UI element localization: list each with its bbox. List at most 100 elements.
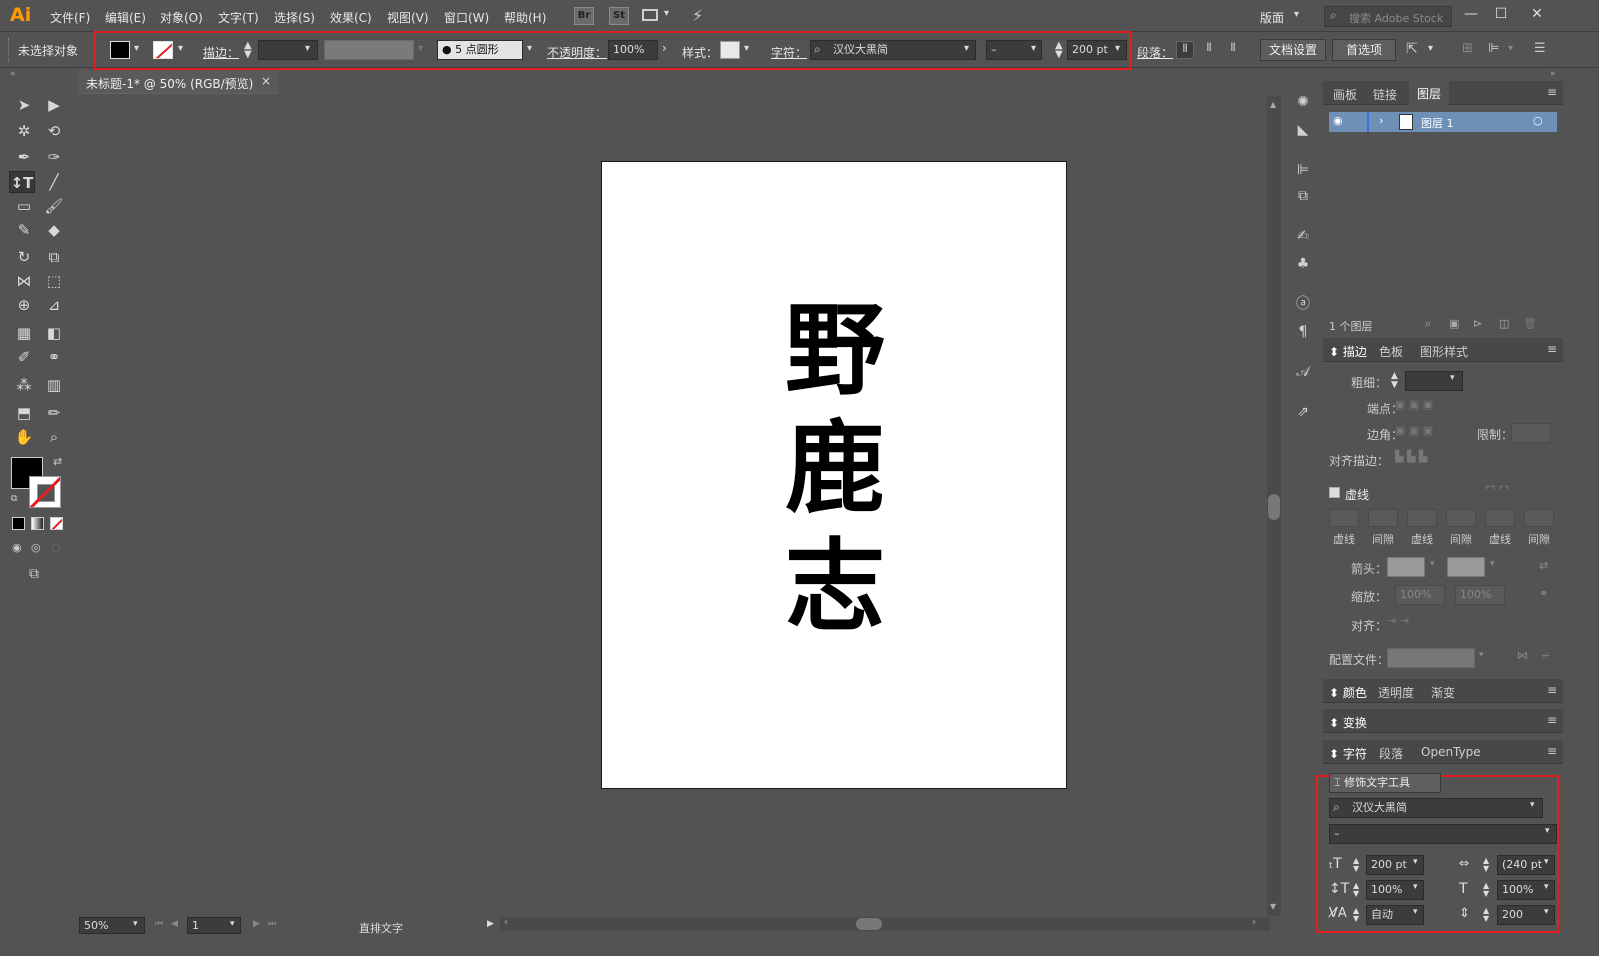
align-bottom-icon[interactable]: ⦀ [1224, 41, 1242, 59]
artboard-tool-icon[interactable]: ⬒ [11, 402, 37, 424]
stepper-icon[interactable]: ▲ ▼ [1353, 907, 1359, 923]
magic-wand-tool-icon[interactable]: ✲ [11, 120, 37, 142]
column-graph-tool-icon[interactable]: ▥ [41, 374, 67, 396]
panel-menu-icon[interactable]: ≡ [1547, 683, 1557, 697]
expand-chevron-icon[interactable]: › [1379, 114, 1383, 127]
opacity-field[interactable]: 100% [608, 40, 658, 60]
tab-links[interactable]: 链接 [1373, 86, 1397, 103]
workspace-switcher[interactable]: 版面 [1260, 9, 1284, 26]
asset-export-icon[interactable]: ◣ [1293, 120, 1313, 140]
menu-window[interactable]: 窗口(W) [444, 9, 489, 26]
tab-artboards[interactable]: 画板 [1333, 86, 1357, 103]
chevron-down-icon[interactable]: ▾ [133, 919, 138, 929]
align-objects-icon[interactable]: ⊫ [1488, 41, 1499, 56]
panel-menu-icon[interactable]: ≡ [1547, 744, 1557, 758]
minimize-button[interactable]: — [1459, 4, 1483, 24]
new-layer-icon[interactable]: ◫ [1499, 317, 1509, 330]
appearance-icon[interactable]: ✺ [1293, 92, 1313, 112]
arrange-documents-icon[interactable] [642, 9, 658, 21]
swap-colors-icon[interactable]: ⇄ [53, 455, 62, 468]
chevron-down-icon[interactable]: ▾ [964, 43, 969, 54]
vertical-scrollbar[interactable]: ▲ ▼ [1267, 96, 1281, 916]
tab-opentype[interactable]: OpenType [1421, 745, 1481, 759]
draw-normal-icon[interactable]: ◉ [12, 541, 22, 554]
menu-help[interactable]: 帮助(H) [504, 9, 546, 26]
layer-row[interactable]: ◉ › 图层 1 ○ [1329, 112, 1557, 132]
paragraph-styles-icon[interactable]: ¶ [1293, 322, 1313, 342]
color-mode-icon[interactable] [12, 517, 25, 530]
scroll-right-icon[interactable]: › [1252, 917, 1256, 928]
stock-search-input[interactable]: ⌕ 搜索 Adobe Stock [1324, 6, 1452, 27]
chevron-down-icon[interactable]: ▾ [1544, 857, 1549, 867]
symbols-icon[interactable]: ♣ [1293, 254, 1313, 274]
horizontal-scrollbar[interactable]: ‹ › [500, 917, 1270, 931]
shaper-tool-icon[interactable]: ✎ [11, 219, 37, 241]
tab-transparency[interactable]: 透明度 [1378, 684, 1414, 701]
gpu-performance-icon[interactable]: ⚡ [692, 6, 703, 25]
menu-view[interactable]: 视图(V) [387, 9, 429, 26]
brushes-icon[interactable]: ✍ [1293, 226, 1313, 246]
stepper-icon[interactable]: ▲ ▼ [1483, 882, 1489, 898]
paragraph-label[interactable]: 段落： [1137, 44, 1173, 61]
tab-color[interactable]: ⬍ 颜色 [1329, 684, 1367, 701]
make-clipping-mask-icon[interactable]: ▣ [1449, 317, 1459, 330]
zoom-tool-icon[interactable]: ⌕ [41, 426, 67, 448]
collapse-panels-icon[interactable]: » [1550, 69, 1556, 79]
character-label[interactable]: 字符： [771, 44, 807, 61]
document-setup-button[interactable]: 文档设置 [1260, 39, 1326, 61]
chevron-down-icon[interactable]: ▾ [1544, 907, 1549, 917]
chevron-down-icon[interactable]: ▾ [744, 43, 749, 54]
maximize-button[interactable]: ☐ [1489, 4, 1513, 24]
layer-name[interactable]: 图层 1 [1421, 115, 1454, 131]
select-similar-icon[interactable]: ⇱ [1406, 41, 1418, 57]
chevron-down-icon[interactable]: ▾ [1530, 800, 1535, 810]
chevron-down-icon[interactable]: ▾ [134, 43, 139, 54]
align-top-icon[interactable]: ⦀ [1176, 41, 1194, 59]
tab-character[interactable]: ⬍ 字符 [1329, 745, 1367, 762]
variable-width-profile[interactable] [324, 40, 414, 60]
stepper-icon[interactable]: ▲ ▼ [1353, 857, 1359, 873]
stepper-icon[interactable]: ▲ ▼ [1055, 41, 1063, 60]
tab-swatches[interactable]: 色板 [1379, 343, 1403, 360]
brush-definition[interactable]: ● 5 点圆形 [437, 40, 523, 60]
stepper-icon[interactable]: ▲ ▼ [1353, 882, 1359, 898]
control-menu-icon[interactable]: ☰ [1534, 41, 1546, 56]
preferences-button[interactable]: 首选项 [1332, 39, 1396, 61]
line-segment-tool-icon[interactable]: ╱ [41, 171, 67, 193]
graphic-style-swatch[interactable] [720, 41, 740, 59]
tab-gradient[interactable]: 渐变 [1431, 684, 1455, 701]
character-styles-icon[interactable]: ⓐ [1293, 294, 1313, 314]
close-tab-icon[interactable]: × [261, 74, 271, 88]
stepper-icon[interactable]: ▲ ▼ [244, 41, 252, 60]
chevron-down-icon[interactable]: ▾ [1115, 43, 1120, 54]
panel-menu-icon[interactable]: ≡ [1547, 85, 1557, 99]
screen-mode-icon[interactable]: ⧉ [29, 566, 39, 582]
draw-inside-icon[interactable]: ◌ [51, 541, 61, 554]
selection-tool-icon[interactable]: ➤ [11, 94, 37, 116]
chevron-down-icon[interactable]: ▾ [178, 43, 183, 54]
panel-menu-icon[interactable]: ≡ [1547, 342, 1557, 356]
draw-behind-icon[interactable]: ◎ [31, 541, 41, 554]
paintbrush-tool-icon[interactable]: 🖌 [41, 195, 67, 217]
perspective-grid-tool-icon[interactable]: ⊿ [41, 294, 67, 316]
locate-object-icon[interactable]: ⌕ [1425, 317, 1431, 331]
document-tab[interactable]: 未标题-1* @ 50% (RGB/预览) × [78, 70, 278, 94]
panel-menu-icon[interactable]: ≡ [1547, 713, 1557, 727]
chevron-down-icon[interactable]: ▾ [1413, 907, 1418, 917]
chevron-down-icon[interactable]: ▾ [1545, 826, 1550, 836]
chevron-down-icon[interactable]: ▾ [527, 43, 532, 54]
none-mode-icon[interactable] [50, 517, 63, 530]
chevron-down-icon[interactable]: ▾ [305, 43, 310, 54]
stepper-icon[interactable]: ▲ ▼ [1483, 857, 1489, 873]
vertical-scroll-thumb[interactable] [1268, 494, 1280, 520]
pen-tool-icon[interactable]: ✒ [11, 146, 37, 168]
stepper-icon[interactable]: ▲ ▼ [1483, 907, 1489, 923]
grip-handle[interactable] [8, 38, 12, 62]
artboard[interactable]: 野 鹿 志 [601, 161, 1067, 789]
opacity-label[interactable]: 不透明度： [547, 44, 607, 61]
fill-swatch[interactable] [110, 41, 130, 59]
lasso-tool-icon[interactable]: ⟲ [41, 120, 67, 142]
scale-tool-icon[interactable]: ⧉ [41, 246, 67, 268]
horizontal-scroll-thumb[interactable] [856, 918, 882, 930]
eraser-tool-icon[interactable]: ◆ [41, 219, 67, 241]
